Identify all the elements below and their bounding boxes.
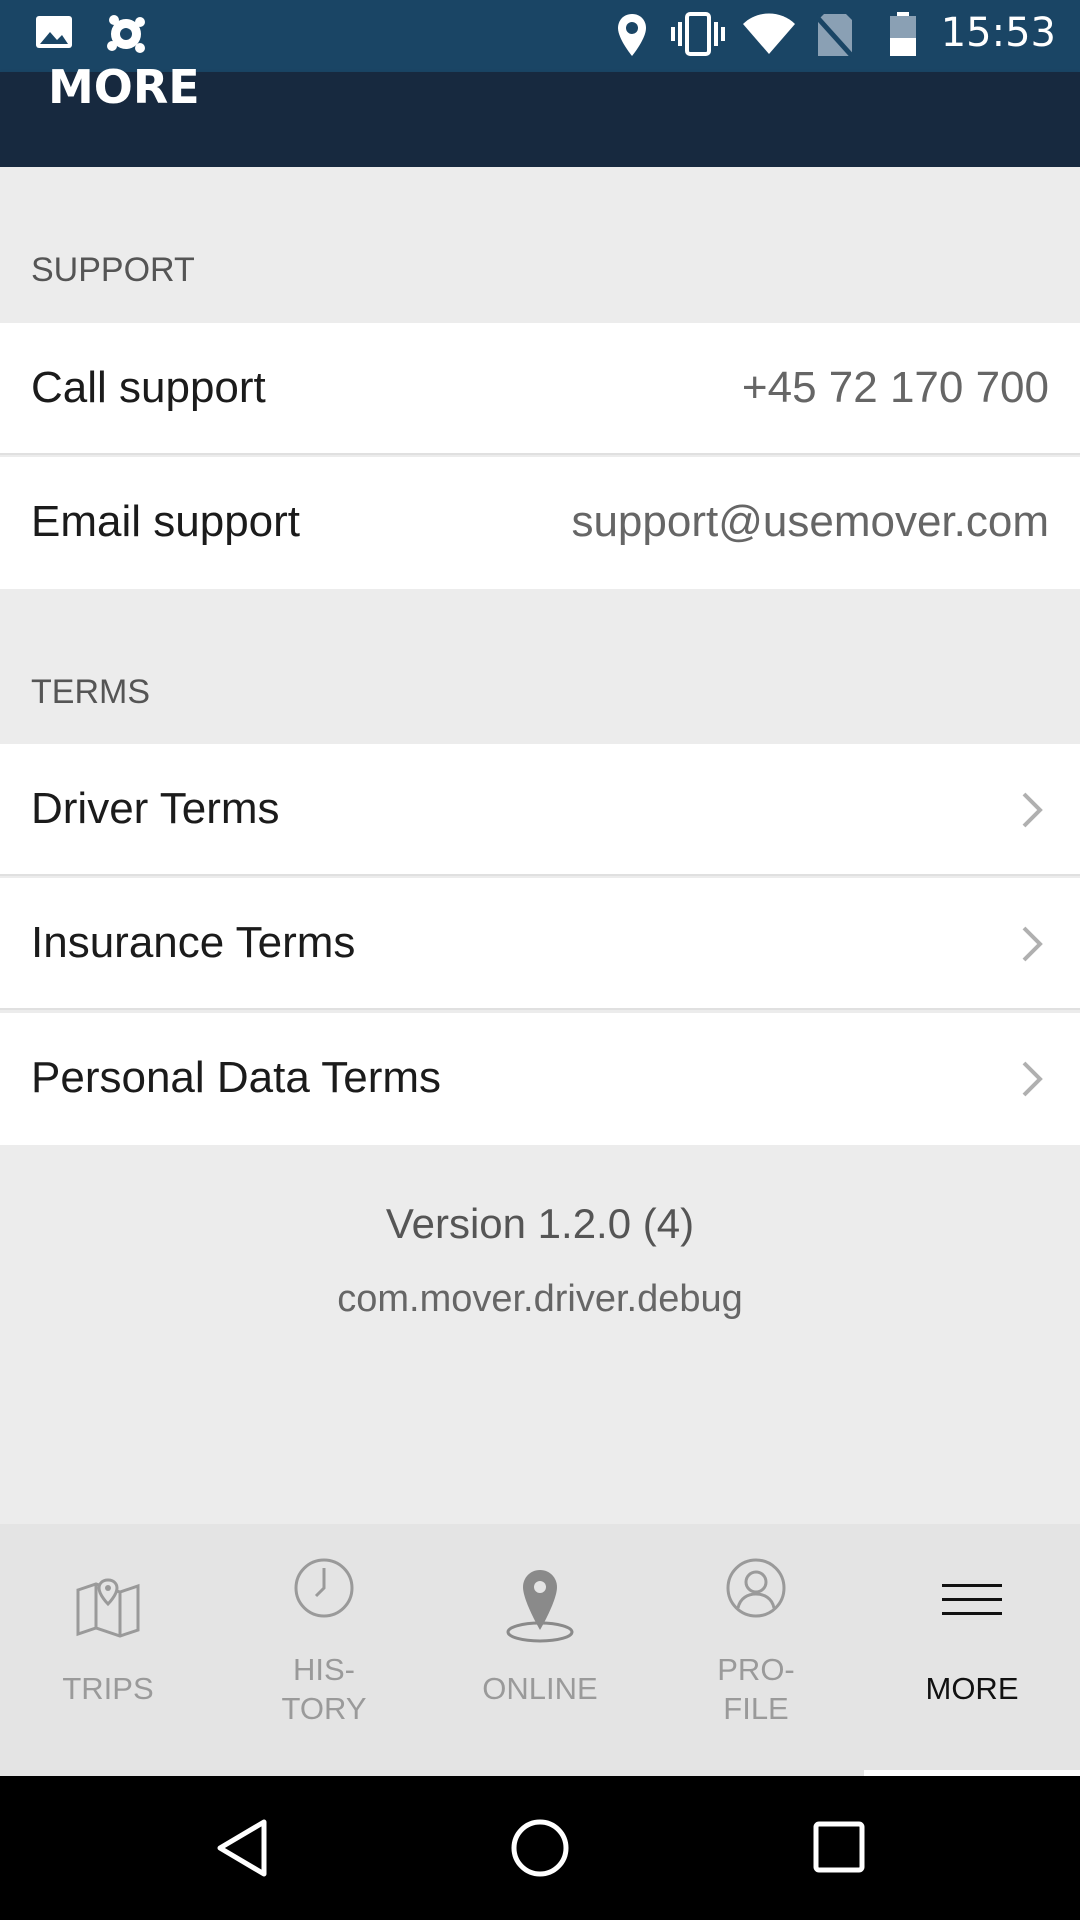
nav-label-trips: TRIPS <box>62 1671 154 1706</box>
terms-section-header: TERMS <box>0 589 1080 744</box>
nav-item-more[interactable]: MORE <box>864 1524 1080 1776</box>
email-support-row[interactable]: Email support support@usemover.com <box>0 457 1080 589</box>
nav-item-online[interactable]: ONLINE <box>432 1524 648 1776</box>
battery-icon <box>890 12 916 56</box>
insurance-terms-label: Insurance Terms <box>31 918 356 967</box>
driver-terms-row[interactable]: Driver Terms <box>0 744 1080 876</box>
personal-data-terms-row[interactable]: Personal Data Terms <box>0 1013 1080 1145</box>
recents-icon[interactable] <box>812 1816 868 1880</box>
call-support-phone[interactable]: +45 72 170 700 <box>742 323 1049 453</box>
bottom-nav: TRIPS HIS- TORY ONLINE PRO- FILE MORE <box>0 1524 1080 1776</box>
nav-label-history-line1: HIS- <box>293 1652 355 1687</box>
map-icon <box>76 1578 140 1638</box>
chevron-right-icon <box>1022 1061 1043 1097</box>
settings-icon <box>107 15 145 53</box>
status-clock: 15:53 <box>940 10 1056 56</box>
support-section-title: SUPPORT <box>31 251 195 289</box>
nav-label-more: MORE <box>925 1671 1019 1706</box>
call-support-row[interactable]: Call support +45 72 170 700 <box>0 323 1080 455</box>
location-icon <box>618 14 646 56</box>
nav-item-history[interactable]: HIS- TORY <box>216 1524 432 1776</box>
terms-section-title: TERMS <box>31 673 150 711</box>
version-text: Version 1.2.0 (4) <box>385 1200 695 1247</box>
call-support-label: Call support <box>31 363 266 412</box>
support-section-header: SUPPORT <box>0 167 1080 323</box>
insurance-terms-row[interactable]: Insurance Terms <box>0 878 1080 1010</box>
nav-label-history-line2: TORY <box>281 1691 367 1726</box>
nav-label-online: ONLINE <box>482 1671 598 1706</box>
nav-label-profile-line1: PRO- <box>717 1652 795 1687</box>
hamburger-icon <box>942 1584 1002 1615</box>
chevron-right-icon <box>1022 792 1043 828</box>
nav-item-trips[interactable]: TRIPS <box>0 1524 216 1776</box>
nav-item-profile[interactable]: PRO- FILE <box>648 1524 864 1776</box>
nav-label-profile-line2: FILE <box>723 1691 789 1726</box>
wifi-icon <box>743 13 795 54</box>
package-name: com.mover.driver.debug <box>337 1278 743 1320</box>
profile-icon <box>726 1558 786 1618</box>
image-icon <box>36 16 72 48</box>
chevron-right-icon <box>1022 926 1043 962</box>
no-sim-icon <box>814 14 854 58</box>
email-support-address[interactable]: support@usemover.com <box>571 457 1049 587</box>
back-icon[interactable] <box>212 1816 272 1880</box>
page-title: MORE <box>48 60 200 114</box>
location-pin-icon <box>506 1570 574 1643</box>
driver-terms-label: Driver Terms <box>31 784 280 833</box>
vibrate-icon <box>671 12 725 56</box>
email-support-label: Email support <box>31 497 301 546</box>
personal-data-terms-label: Personal Data Terms <box>31 1053 442 1102</box>
app-header: MORE <box>0 60 1080 167</box>
clock-icon <box>294 1558 354 1618</box>
home-icon[interactable] <box>508 1816 572 1880</box>
system-nav-bar <box>0 1776 1080 1920</box>
